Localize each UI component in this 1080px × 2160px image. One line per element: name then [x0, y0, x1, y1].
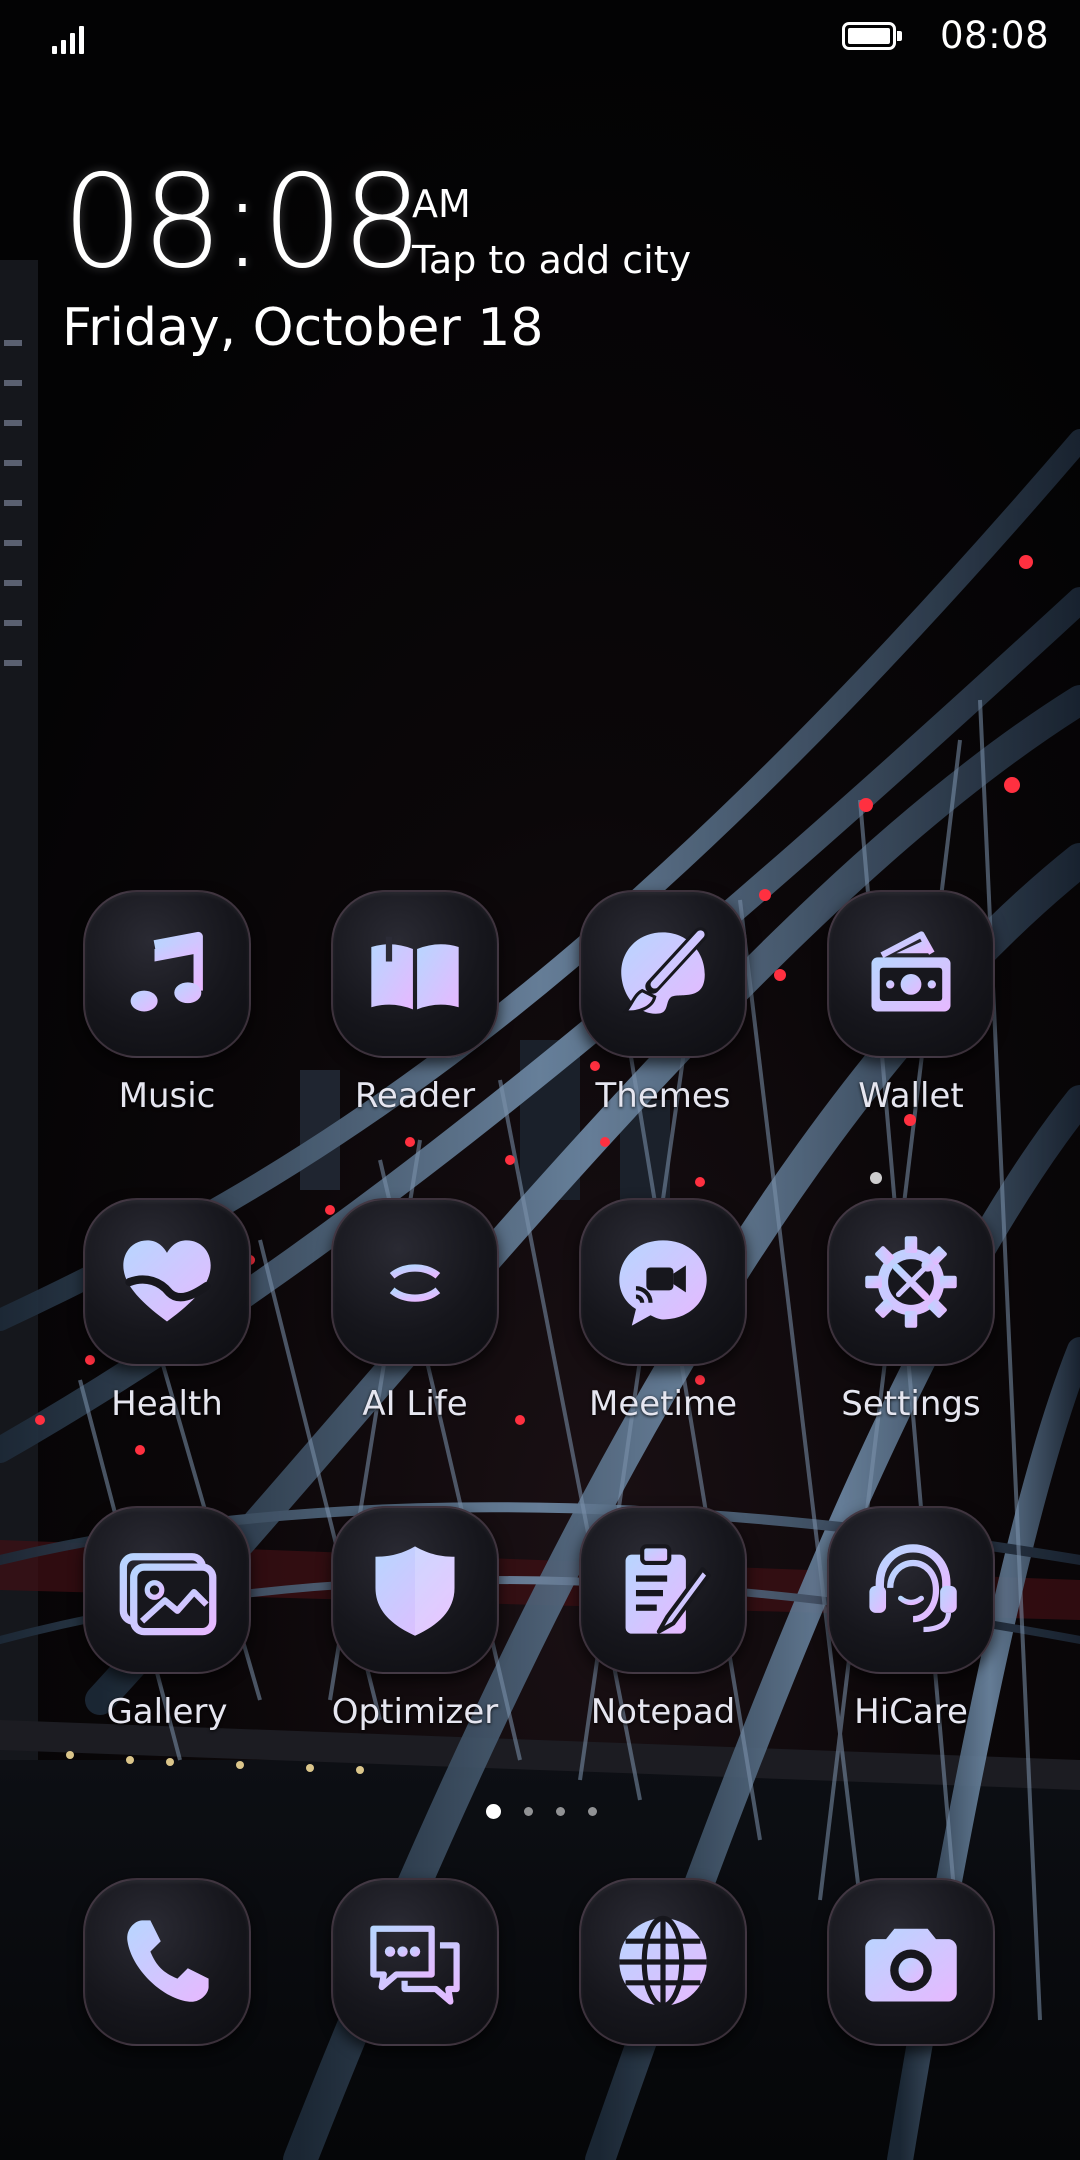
palette-brush-icon — [621, 927, 708, 1014]
photo-frame-icon — [119, 1553, 217, 1636]
app-tile[interactable] — [83, 1198, 251, 1366]
app-music[interactable]: Music — [57, 890, 277, 1150]
add-city-prompt[interactable]: Tap to add city — [412, 238, 691, 282]
page-indicator[interactable] — [480, 1802, 600, 1822]
page-dot-1[interactable] — [486, 1804, 501, 1819]
app-themes[interactable]: Themes — [553, 890, 773, 1150]
app-label: Wallet — [858, 1076, 964, 1116]
dock-camera[interactable] — [801, 1878, 1021, 2138]
app-tile[interactable] — [331, 1506, 499, 1674]
app-tile[interactable] — [331, 1878, 499, 2046]
app-label: Reader — [354, 1076, 476, 1116]
app-meetime[interactable]: Meetime — [553, 1198, 773, 1458]
clock-ampm: AM — [412, 182, 471, 226]
app-reader[interactable]: Reader — [305, 890, 525, 1150]
app-tile[interactable] — [331, 890, 499, 1058]
app-health[interactable]: Health — [57, 1198, 277, 1458]
app-label: Themes — [595, 1076, 731, 1116]
headset-support-icon — [869, 1544, 957, 1633]
app-tile[interactable] — [579, 1878, 747, 2046]
app-tile[interactable] — [83, 1878, 251, 2046]
app-label: Music — [118, 1076, 216, 1116]
app-tile[interactable] — [827, 890, 995, 1058]
phone-icon — [127, 1920, 209, 2002]
app-gallery[interactable]: Gallery — [57, 1506, 277, 1766]
clock-time[interactable]: 08:08 — [62, 148, 423, 298]
clock-date[interactable]: Friday, October 18 — [62, 298, 543, 358]
globe-browser-icon — [619, 1915, 707, 2009]
app-label: AI Life — [362, 1384, 468, 1424]
app-tile[interactable] — [579, 1506, 747, 1674]
app-tile[interactable] — [827, 1506, 995, 1674]
status-bar: 08:08 — [0, 0, 1080, 76]
app-label: Health — [111, 1384, 223, 1424]
clipboard-pencil-icon — [625, 1544, 711, 1634]
app-label: HiCare — [854, 1692, 968, 1732]
music-note-icon — [130, 931, 203, 1012]
app-tile[interactable] — [83, 1506, 251, 1674]
shield-icon — [375, 1546, 455, 1636]
app-hicare[interactable]: HiCare — [801, 1506, 1021, 1766]
app-label: Settings — [841, 1384, 981, 1424]
open-book-icon — [371, 936, 459, 1010]
app-wallet[interactable]: Wallet — [801, 890, 1021, 1150]
app-label: Gallery — [106, 1692, 228, 1732]
app-tile[interactable] — [579, 1198, 747, 1366]
camera-icon — [865, 1928, 957, 2002]
dock-browser[interactable] — [553, 1878, 773, 2138]
app-label: Meetime — [589, 1384, 737, 1424]
app-notepad[interactable]: Notepad — [553, 1506, 773, 1766]
app-ai-life[interactable]: AI Life — [305, 1198, 525, 1458]
app-tile[interactable] — [83, 890, 251, 1058]
page-dot-4[interactable] — [588, 1807, 597, 1816]
signal-strength-icon — [52, 20, 92, 54]
gear-tools-icon — [865, 1236, 957, 1328]
wallet-cash-icon — [871, 931, 951, 1012]
heart-icon — [123, 1240, 211, 1322]
battery-icon — [842, 22, 902, 50]
dock-messages[interactable] — [305, 1878, 525, 2138]
app-tile[interactable] — [579, 890, 747, 1058]
app-label: Optimizer — [331, 1692, 499, 1732]
app-settings[interactable]: Settings — [801, 1198, 1021, 1458]
messages-icon — [370, 1925, 460, 2005]
app-tile[interactable] — [827, 1878, 995, 2046]
app-optimizer[interactable]: Optimizer — [305, 1506, 525, 1766]
status-bar-time: 08:08 — [940, 14, 1050, 57]
dock-phone[interactable] — [57, 1878, 277, 2138]
page-dot-3[interactable] — [556, 1807, 565, 1816]
ai-life-icon — [387, 1236, 443, 1328]
page-dot-2[interactable] — [524, 1807, 533, 1816]
video-chat-bubble-icon — [619, 1240, 707, 1326]
app-tile[interactable] — [331, 1198, 499, 1366]
app-tile[interactable] — [827, 1198, 995, 1366]
app-label: Notepad — [590, 1692, 736, 1732]
